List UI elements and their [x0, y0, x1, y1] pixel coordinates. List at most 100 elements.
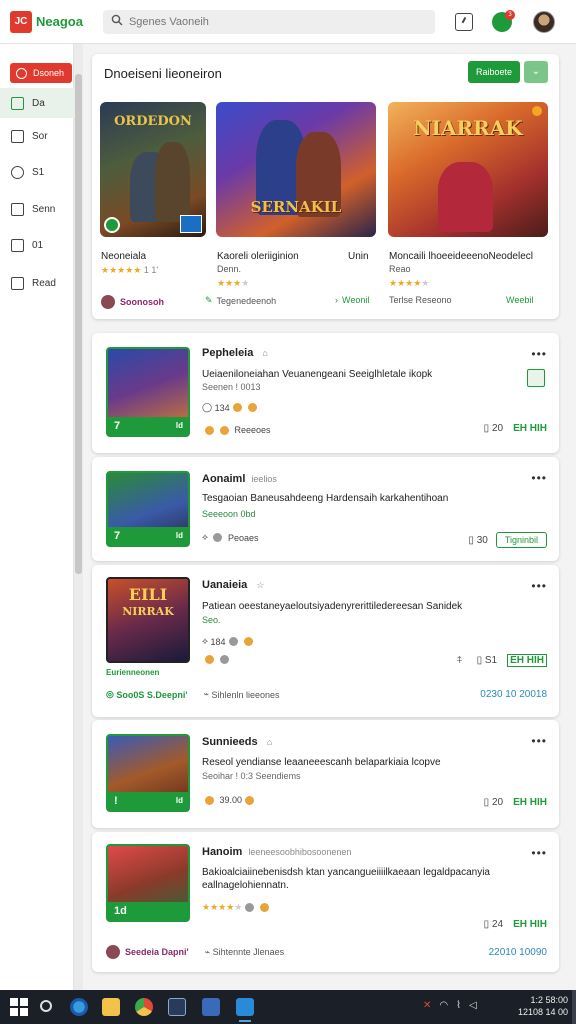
item-title[interactable]: Aonaiml ieelios: [202, 473, 277, 485]
item-title[interactable]: Hanoim leeneesoobhibosoonenen: [202, 846, 351, 858]
chrome-icon[interactable]: [135, 998, 153, 1016]
item-title[interactable]: Pepheleia ⌂: [202, 347, 268, 359]
game-thumbnail[interactable]: ! ld: [106, 734, 190, 812]
sidebar-item-store[interactable]: Sor: [0, 121, 74, 151]
folder-icon[interactable]: [102, 998, 120, 1016]
show-desktop-button[interactable]: [572, 990, 576, 1024]
book-icon: [11, 276, 24, 290]
more-options-icon[interactable]: •••: [531, 347, 547, 361]
game-thumbnail[interactable]: 7 ld: [106, 347, 190, 437]
item-rating: ★★★★ ★: [202, 902, 272, 913]
chat-icon: ◎: [106, 689, 114, 699]
page-icon: ▯: [483, 797, 490, 808]
tray-app-icon: ✕: [423, 1000, 432, 1011]
featured-footer[interactable]: ✎ Tegenedeenoh: [205, 295, 276, 306]
list-item[interactable]: EILI NIRRAK Eurienneonen Uanaieia ☆ ••• …: [92, 565, 559, 717]
cover-title: SERNAKIL: [250, 198, 342, 216]
windows-start-icon[interactable]: [10, 998, 28, 1016]
game-subtitle: Reao: [389, 264, 411, 274]
list-item[interactable]: 1d Hanoim leeneesoobhibosoonenen ••• Baki…: [92, 832, 559, 972]
logo-mark: JC: [10, 10, 32, 33]
sidebar-item-home[interactable]: Dsoneh: [10, 58, 74, 88]
home-icon: [16, 67, 27, 79]
app-icon[interactable]: [236, 998, 254, 1022]
library-icon: [11, 96, 24, 110]
item-footer[interactable]: Seedeia Dapni' ⌁ Sihtennte Jlenaes: [106, 945, 284, 959]
tag-icon: ☆: [256, 580, 265, 590]
search-bar[interactable]: [102, 9, 435, 34]
page-icon: ▯: [483, 919, 490, 930]
sidebar-item-label: S1: [32, 166, 45, 178]
star-rating: ★★★★★ 1 1': [101, 265, 159, 275]
featured-footer[interactable]: Weebil: [506, 295, 533, 305]
tag-icon: ⌂: [266, 737, 273, 747]
item-subtitle: Seo.: [202, 615, 221, 625]
game-title[interactable]: Moncaili lhoeeideeenoNeodelecl: [389, 251, 549, 262]
item-meta: ⍏ ▯ S1 EH HIH: [457, 654, 547, 667]
search-icon: [111, 13, 123, 31]
item-stats: ◯ 134: [202, 402, 260, 413]
game-cover[interactable]: ORDEDON: [100, 102, 206, 237]
checkbox-icon[interactable]: [527, 369, 545, 387]
sidebar-item-social[interactable]: S1: [0, 157, 74, 187]
list-item[interactable]: 7 ld Aonaiml ieelios ••• Tesgaoian Baneusa…: [92, 457, 559, 561]
featured-footer[interactable]: Soonosoh: [101, 295, 164, 309]
game-thumbnail[interactable]: 1d: [106, 844, 190, 922]
page-icon: ▯: [483, 423, 490, 434]
more-options-icon[interactable]: •••: [531, 734, 547, 748]
sidebar-item-grid[interactable]: 01: [0, 230, 74, 260]
sidebar-item-library[interactable]: Da: [0, 88, 74, 118]
activity-icon: ⟡: [202, 532, 208, 542]
system-tray[interactable]: ✕ ◠ ⌇ ◁: [423, 1000, 477, 1011]
item-subtitle: Seoihar ! 0:3 Seendiems: [202, 771, 301, 781]
game-thumbnail[interactable]: EILI NIRRAK: [106, 577, 190, 663]
game-title[interactable]: Neoneiala: [101, 251, 146, 262]
item-footer[interactable]: ◎ Soo0S S.Deepni' ⌁ Sihlenln lieeones: [106, 689, 280, 700]
edge-icon[interactable]: [70, 998, 88, 1016]
chevron-down-icon[interactable]: ⌄: [524, 61, 548, 83]
user-avatar[interactable]: [533, 11, 555, 33]
list-item[interactable]: ! ld Sunnieeds ⌂ ••• Reseol yendianse lea…: [92, 720, 559, 828]
pin-icon: ⍏: [456, 655, 463, 666]
badge-icon: [104, 217, 120, 233]
arrow-icon: ›: [335, 295, 338, 305]
item-action-button[interactable]: Tigninbil: [495, 532, 547, 548]
game-thumbnail[interactable]: 7 ld: [106, 471, 190, 547]
grid-icon: [11, 238, 24, 252]
more-options-icon[interactable]: •••: [531, 579, 547, 593]
clock[interactable]: 1:2 58:00 12108 14 00: [518, 994, 568, 1018]
item-date: 0230 10 20018: [480, 689, 547, 700]
more-options-icon[interactable]: •••: [531, 471, 547, 485]
game-cover[interactable]: NIARRAK: [388, 102, 548, 237]
sidebar: Dsoneh Da Sor S1 Senn 01 Read: [0, 44, 74, 990]
search-input[interactable]: [128, 15, 419, 28]
list-item[interactable]: 7 ld Pepheleia ⌂ ••• Ueiaeniloneiahan Veu…: [92, 333, 559, 453]
featured-primary-button[interactable]: Raiboete: [468, 61, 520, 83]
sidebar-item-downloads[interactable]: Senn: [0, 194, 74, 224]
game-title[interactable]: Kaoreli oleriiginion: [217, 251, 299, 262]
tag-icon: ⌂: [262, 348, 268, 358]
item-status: Reeeoes: [202, 425, 271, 435]
volume-icon: ◁: [469, 1000, 477, 1011]
store-icon[interactable]: [202, 998, 220, 1016]
item-description: Ueiaeniloneiahan Veuanengeani Seeiglhlet…: [202, 369, 433, 380]
monitor-icon[interactable]: [168, 998, 186, 1016]
game-cover[interactable]: SERNAKIL: [216, 102, 376, 237]
history-icon[interactable]: [455, 13, 473, 31]
search-icon[interactable]: [40, 1000, 52, 1012]
sidebar-scrollbar[interactable]: [74, 44, 83, 990]
item-meta: ▯ 20 EH HIH: [483, 423, 547, 434]
scrollbar-thumb[interactable]: [75, 74, 82, 574]
item-description: Reseol yendianse leaaneeescanh belaparki…: [202, 757, 441, 768]
featured-footer[interactable]: › Weonil: [335, 295, 369, 305]
more-options-icon[interactable]: •••: [531, 846, 547, 860]
item-description: Bakioalciaiinebenisdsh ktan yancangueiii…: [202, 867, 490, 891]
item-title[interactable]: Uanaieia ☆: [202, 579, 264, 591]
app-logo[interactable]: JC Neagoa: [10, 10, 83, 33]
social-icon: [11, 165, 24, 179]
item-stats: 39.00: [202, 795, 257, 805]
featured-footer[interactable]: Terlse Reseono: [389, 295, 452, 305]
star-rating: ★★★★★: [389, 278, 430, 288]
item-title[interactable]: Sunnieeds ⌂: [202, 736, 272, 748]
sidebar-item-read[interactable]: Read: [0, 268, 74, 298]
